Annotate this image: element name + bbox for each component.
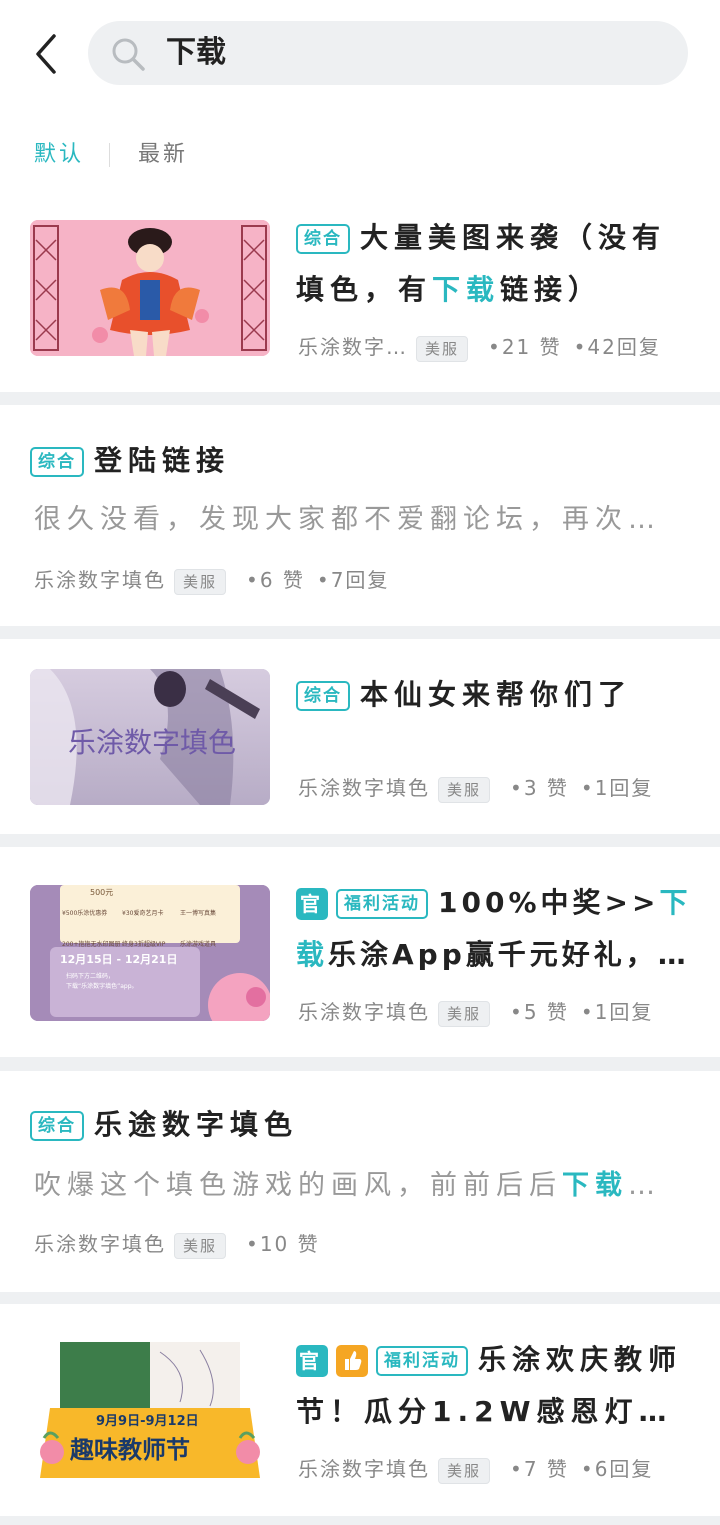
reply-count: 1回复	[594, 776, 654, 800]
post-thumbnail: 500元 ¥500乐涂优惠券 ¥30爱奇艺月卡 王一博写真集 200+抱抱无水印…	[30, 885, 270, 1021]
category-tag: 福利活动	[376, 1346, 468, 1376]
post-card[interactable]: 9月9日-9月12日 趣味教师节 官福利活动 乐涂欢庆教师节！瓜分1.2W感恩灯……	[0, 1304, 720, 1516]
author-name[interactable]: 乐涂数字填色	[298, 1000, 430, 1024]
platform-badge: 美服	[438, 776, 491, 803]
post-thumbnail	[30, 220, 270, 356]
thumbs-up-icon	[336, 1345, 368, 1377]
tab-latest[interactable]: 最新	[138, 140, 188, 170]
top-bar: 下载 默认 最新	[0, 0, 720, 200]
like-count: 3 赞	[523, 776, 569, 800]
post-title[interactable]: 官福利活动 乐涂欢庆教师节！瓜分1.2W感恩灯…	[296, 1334, 696, 1438]
post-meta: 乐涂数字填色 美服 •10 赞	[34, 1229, 320, 1259]
highlight-keyword: 下载	[562, 1170, 628, 1201]
highlight-keyword: 下载	[432, 273, 501, 306]
author-name[interactable]: 乐涂数字填色	[34, 1232, 166, 1256]
reply-count: 6回复	[594, 1457, 654, 1481]
post-title[interactable]: 综合 大量美图来袭（没有填色，有下载链接）	[296, 212, 696, 316]
author-name[interactable]: 乐涂数字填色	[298, 1457, 430, 1481]
post-meta: 乐涂数字填色 美服 •5 赞 •1回复	[298, 997, 653, 1027]
thumbnail-caption: 乐涂数字填色	[68, 726, 237, 759]
platform-badge: 美服	[174, 568, 227, 595]
search-input[interactable]: 下载	[88, 21, 688, 85]
chevron-left-icon[interactable]	[28, 30, 68, 78]
like-count: 7 赞	[523, 1457, 569, 1481]
post-card[interactable]: 乐涂数字填色 综合 本仙女来帮你们了 乐涂数字填色 美服 •3 赞 •1回复	[0, 639, 720, 834]
post-title[interactable]: 官福利活动 100%中奖>>下载乐涂App赢千元好礼，…	[296, 877, 696, 981]
post-card[interactable]: 综合 大量美图来袭（没有填色，有下载链接） 乐涂数字… 美服 •21 赞 •42回复	[0, 200, 720, 392]
like-count: 6 赞	[259, 568, 305, 592]
like-count: 21 赞	[501, 335, 562, 359]
category-tag: 综合	[30, 447, 84, 477]
post-title[interactable]: 综合 乐途数字填色	[30, 1099, 298, 1151]
post-excerpt: 吹爆这个填色游戏的画风，前前后后下载…	[34, 1170, 661, 1201]
post-thumbnail: 乐涂数字填色	[30, 669, 270, 805]
author-name[interactable]: 乐涂数字填色	[34, 568, 166, 592]
post-meta: 乐涂数字填色 美服 •7 赞 •6回复	[298, 1454, 653, 1484]
reply-count: 1回复	[594, 1000, 654, 1024]
post-excerpt: 很久没看，发现大家都不爱翻论坛，再次…	[34, 504, 661, 535]
tab-default[interactable]: 默认	[34, 140, 84, 170]
search-icon	[112, 38, 145, 71]
author-name[interactable]: 乐涂数字填色	[298, 776, 430, 800]
like-count: 5 赞	[523, 1000, 569, 1024]
post-card[interactable]: 500元 ¥500乐涂优惠券 ¥30爱奇艺月卡 王一博写真集 200+抱抱无水印…	[0, 847, 720, 1057]
platform-badge: 美服	[416, 335, 469, 362]
post-meta: 乐涂数字填色 美服 •3 赞 •1回复	[298, 773, 653, 803]
post-card[interactable]: 综合 登陆链接 很久没看，发现大家都不爱翻论坛，再次… 乐涂数字填色 美服 •6 赞 •…	[0, 405, 720, 626]
reply-count: 7回复	[330, 568, 390, 592]
reply-count: 42回复	[587, 335, 661, 359]
post-title[interactable]: 综合 登陆链接	[30, 435, 230, 487]
search-query: 下载	[166, 35, 226, 70]
category-tag: 综合	[296, 681, 350, 711]
official-badge: 官	[296, 1345, 328, 1377]
post-meta: 乐涂数字… 美服 •21 赞 •42回复	[298, 332, 661, 362]
platform-badge: 美服	[438, 1457, 491, 1484]
like-count: 10 赞	[259, 1232, 320, 1256]
post-thumbnail: 9月9日-9月12日 趣味教师节	[30, 1342, 270, 1478]
category-tag: 综合	[30, 1111, 84, 1141]
post-card[interactable]: 综合 乐途数字填色 吹爆这个填色游戏的画风，前前后后下载… 乐涂数字填色 美服 •10…	[0, 1071, 720, 1292]
post-meta: 乐涂数字填色 美服 •6 赞 •7回复	[34, 565, 389, 595]
author-name[interactable]: 乐涂数字…	[298, 335, 408, 359]
official-badge: 官	[296, 888, 328, 920]
category-tag: 综合	[296, 224, 350, 254]
platform-badge: 美服	[174, 1232, 227, 1259]
post-title[interactable]: 综合 本仙女来帮你们了	[296, 669, 632, 721]
category-tag: 福利活动	[336, 889, 428, 919]
tab-divider	[109, 143, 110, 167]
platform-badge: 美服	[438, 1000, 491, 1027]
